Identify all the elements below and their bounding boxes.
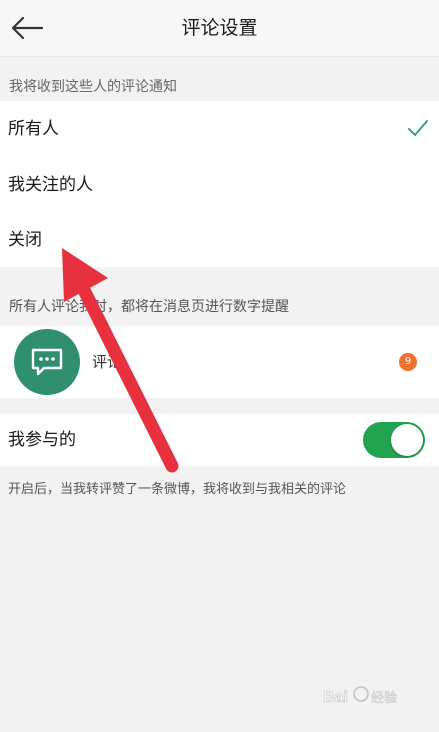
option-label: 所有人 <box>8 119 59 139</box>
toggle-knob <box>391 424 423 456</box>
option-off[interactable]: 关闭 <box>0 213 439 267</box>
participate-label: 我参与的 <box>8 430 76 450</box>
svg-text:Bai: Bai <box>323 689 348 706</box>
preview-label: 评论 <box>92 353 123 371</box>
page-title: 评论设置 <box>181 17 258 39</box>
svg-text:经验: 经验 <box>371 690 397 706</box>
nav-bar: 评论设置 <box>0 0 439 57</box>
comment-avatar <box>14 329 80 395</box>
receive-options-list: 所有人 我关注的人 关闭 <box>0 101 439 267</box>
participate-row: 我参与的 <box>0 414 439 466</box>
option-following[interactable]: 我关注的人 <box>0 157 439 213</box>
participate-toggle[interactable] <box>363 422 425 458</box>
participate-footnote: 开启后，当我转评赞了一条微博，我将收到与我相关的评论 <box>8 482 347 497</box>
chat-bubble-icon <box>31 348 63 376</box>
unread-badge: 9 <box>399 353 417 371</box>
comment-preview-card: 评论 9 <box>0 326 439 398</box>
checkmark-icon <box>408 120 428 136</box>
notice-text: 所有人评论我时，都将在消息页进行数字提醒 <box>9 299 289 315</box>
option-label: 我关注的人 <box>8 175 93 195</box>
option-label: 关闭 <box>8 230 42 250</box>
baidu-watermark-logo: Bai 经验 <box>323 686 397 706</box>
option-everyone[interactable]: 所有人 <box>0 101 439 157</box>
section-label-receive: 我将收到这些人的评论通知 <box>9 79 177 95</box>
